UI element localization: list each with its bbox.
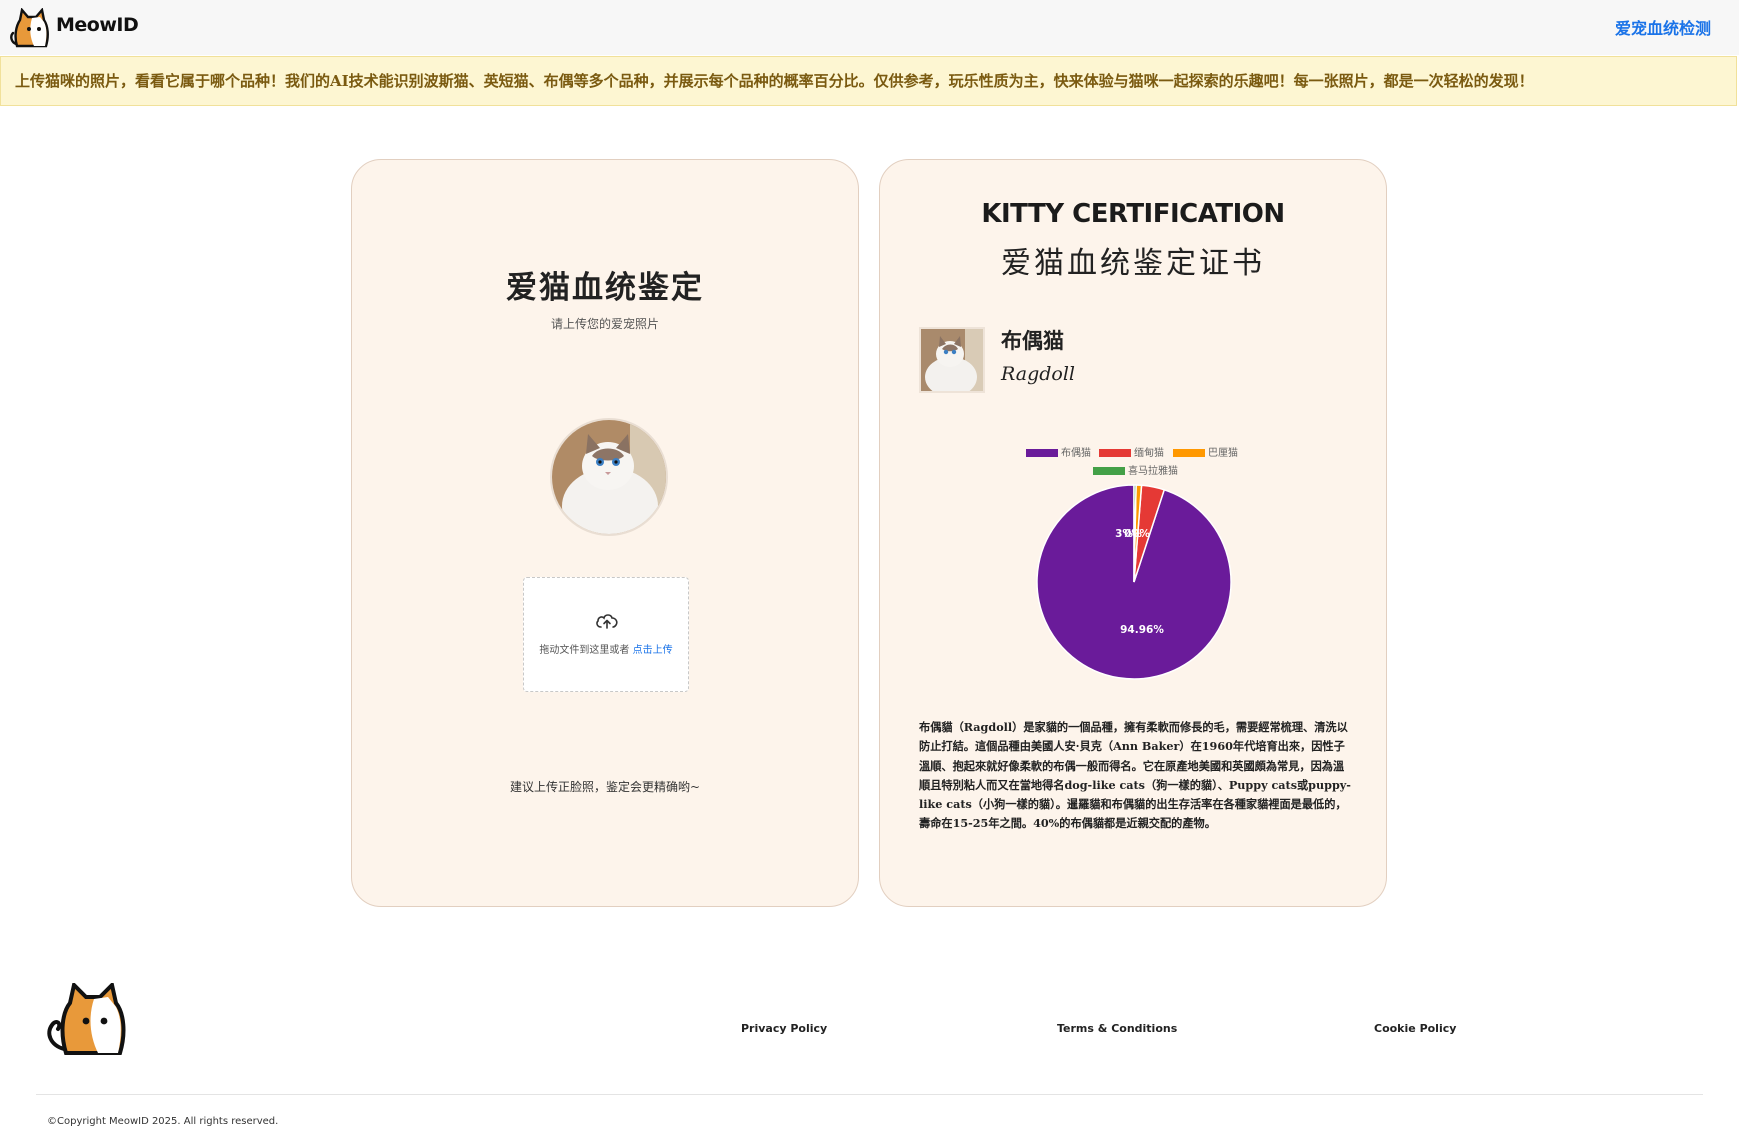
cloud-upload-icon xyxy=(596,614,618,629)
legend-swatch[interactable] xyxy=(1093,467,1125,475)
legend-label[interactable]: 缅甸猫 xyxy=(1134,446,1164,459)
pie-data-label: 94.96% xyxy=(1120,624,1164,636)
top-navbar: MeowID 爱宠血统检测 xyxy=(0,0,1739,55)
legend-swatch[interactable] xyxy=(1099,449,1131,457)
upload-tip: 建议上传正脸照，鉴定会更精确哟~ xyxy=(509,780,701,794)
legend-label[interactable]: 巴厘猫 xyxy=(1208,446,1238,459)
file-dropzone[interactable]: 拖动文件到这里或者 点击上传 xyxy=(523,577,689,692)
cookie-policy-link[interactable]: Cookie Policy xyxy=(1374,1022,1456,1035)
pie-data-label: 0% xyxy=(1132,528,1150,540)
breed-description: 布偶貓（Ragdoll）是家貓的一個品種，擁有柔軟而修長的毛，需要經常梳理、清洗… xyxy=(919,720,1351,831)
legend-swatch[interactable] xyxy=(1173,449,1205,457)
breed-probability-pie-chart: 布偶猫 缅甸猫 巴厘猫喜马拉雅猫94.96%3%0%0% xyxy=(1026,446,1238,680)
terms-conditions-link[interactable]: Terms & Conditions xyxy=(1057,1022,1177,1035)
brand-name[interactable]: MeowID xyxy=(56,14,139,36)
click-upload-link[interactable]: 点击上传 xyxy=(633,645,673,656)
legend-swatch[interactable] xyxy=(1026,449,1058,457)
footer-cat-logo-icon xyxy=(47,983,126,1055)
legend-label[interactable]: 喜马拉雅猫 xyxy=(1128,464,1178,477)
cat-logo-icon[interactable] xyxy=(10,8,52,48)
privacy-policy-link[interactable]: Privacy Policy xyxy=(741,1022,827,1035)
footer-divider xyxy=(36,1094,1703,1095)
copyright-text: ©Copyright MeowID 2025. All rights reser… xyxy=(47,1116,279,1127)
nav-link-pedigree-check[interactable]: 爱宠血统检测 xyxy=(1615,15,1711,39)
upload-title: 爱猫血统鉴定 xyxy=(506,270,704,306)
upload-subtitle: 请上传您的爱宠照片 xyxy=(550,317,659,331)
upload-card: 爱猫血统鉴定 请上传您的爱宠照片 拖动文件到这里或者 点击上传 建议上传正脸照，… xyxy=(351,159,859,907)
dropzone-hint: 拖动文件到这里或者 xyxy=(539,645,633,656)
info-banner: 上传猫咪的照片，看看它属于哪个品种！我们的AI技术能识别波斯猫、英短猫、布偶等多… xyxy=(0,56,1737,106)
legend-label[interactable]: 布偶猫 xyxy=(1061,446,1091,459)
uploaded-cat-photo xyxy=(550,418,668,536)
dropzone-text: 拖动文件到这里或者 点击上传 xyxy=(524,641,688,656)
certificate-card: KITTY CERTIFICATION 爱猫血统鉴定证书 布偶猫 Ragdoll… xyxy=(879,159,1387,907)
